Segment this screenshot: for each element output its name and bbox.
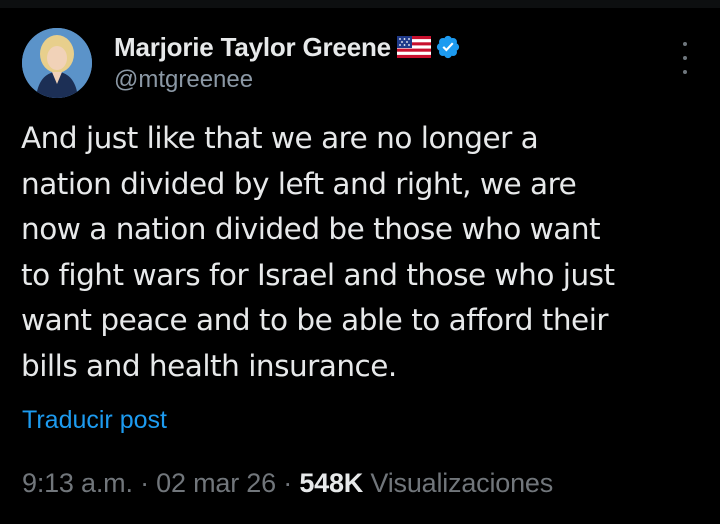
top-divider (0, 0, 720, 8)
tweet-header: Marjorie Taylor Greene @mtgreenee (114, 30, 674, 94)
tweet-metadata: 9:13 a.m. · 02 mar 26 · 548K Visualizaci… (22, 468, 553, 499)
tweet-time[interactable]: 9:13 a.m. (22, 468, 133, 498)
verified-badge-icon[interactable] (435, 34, 461, 60)
vertical-ellipsis-icon (683, 42, 687, 46)
vertical-ellipsis-icon (683, 56, 687, 60)
views-count[interactable]: 548K (299, 468, 363, 498)
profile-photo (22, 28, 92, 98)
translate-post-link[interactable]: Traducir post (22, 406, 167, 435)
vertical-ellipsis-icon (683, 70, 687, 74)
meta-separator: · (275, 468, 300, 498)
author-display-name[interactable]: Marjorie Taylor Greene (114, 32, 391, 63)
avatar[interactable] (22, 28, 92, 98)
tweet-date[interactable]: 02 mar 26 (156, 468, 276, 498)
views-label[interactable]: Visualizaciones (363, 468, 553, 498)
author-handle[interactable]: @mtgreenee (114, 66, 674, 94)
more-options-button[interactable] (674, 42, 696, 74)
tweet-text: And just like that we are no longer a na… (21, 121, 615, 383)
us-flag-icon (396, 36, 431, 58)
meta-separator: · (132, 468, 157, 498)
name-row: Marjorie Taylor Greene (114, 30, 674, 64)
